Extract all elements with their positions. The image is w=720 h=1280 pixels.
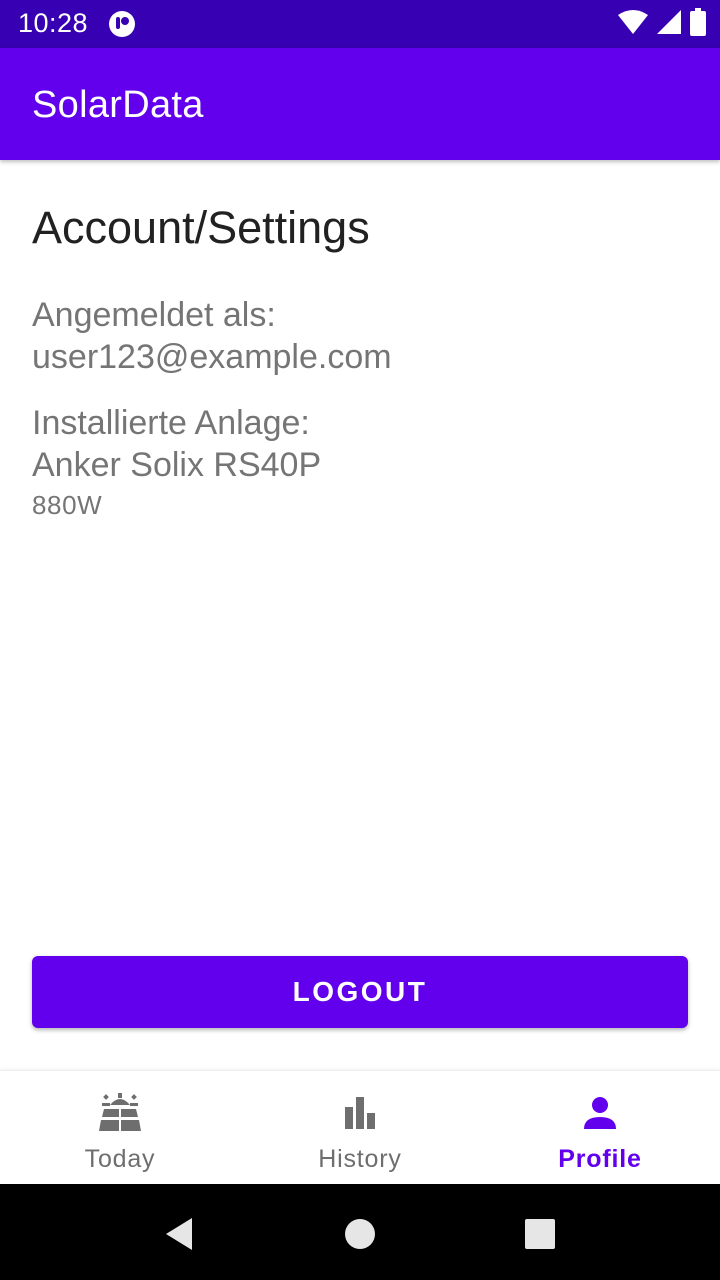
notification-app-icon	[108, 10, 136, 38]
nav-item-history[interactable]: History	[240, 1071, 480, 1185]
logged-in-label: Angemeldet als:	[32, 296, 276, 334]
nav-label-history: History	[318, 1145, 402, 1173]
battery-icon	[690, 7, 706, 41]
status-bar: 10:28	[0, 0, 720, 48]
page-title: Account/Settings	[32, 202, 370, 253]
solar-panel-icon	[96, 1089, 144, 1137]
status-time: 10:28	[18, 8, 89, 38]
bottom-navigation: Today History Profile	[0, 1070, 720, 1184]
nav-label-profile: Profile	[558, 1145, 642, 1173]
nav-label-today: Today	[84, 1145, 156, 1173]
wifi-icon	[618, 9, 648, 40]
nav-item-profile[interactable]: Profile	[480, 1071, 720, 1185]
app-title: SolarData	[32, 84, 204, 126]
system-navigation-bar	[0, 1184, 720, 1280]
nav-item-today[interactable]: Today	[0, 1071, 240, 1185]
app-bar: SolarData	[0, 48, 720, 160]
recents-icon[interactable]	[520, 1214, 560, 1254]
logout-button[interactable]: LOGOUT	[32, 956, 688, 1028]
person-icon	[576, 1089, 624, 1137]
installation-label: Installierte Anlage:	[32, 404, 310, 442]
device-name: Anker Solix RS40P	[32, 446, 322, 484]
cell-signal-icon	[656, 9, 682, 40]
bar-chart-icon	[336, 1089, 384, 1137]
installation-info: Installierte Anlage: Anker Solix RS40P	[32, 402, 321, 486]
back-icon[interactable]	[160, 1214, 200, 1254]
home-icon[interactable]	[340, 1214, 380, 1254]
device-power: 880W	[32, 490, 103, 520]
login-info: Angemeldet als: user123@example.com	[32, 294, 392, 378]
user-email: user123@example.com	[32, 338, 392, 376]
